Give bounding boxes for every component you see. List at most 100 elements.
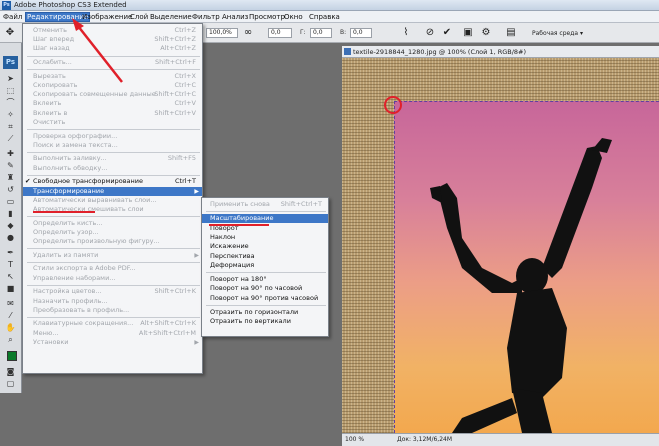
eyedropper-icon[interactable]: ⁄	[4, 311, 17, 320]
menu-9[interactable]: Справка	[309, 12, 340, 22]
edit-menu-item[interactable]: Клавиатурные сокращения... Alt+Shift+Ctrl…	[23, 319, 202, 328]
gradient-tool-icon[interactable]: ▮	[4, 209, 17, 218]
transform-submenu-item[interactable]: Отразить по горизонтали	[202, 308, 328, 317]
edit-menu-item[interactable]: Преобразовать в профиль...	[23, 306, 202, 315]
menu-2[interactable]: Изображение	[82, 12, 132, 22]
menu-8[interactable]: Окно	[284, 12, 303, 22]
edit-menu-item[interactable]: ✔ Свободное трансформирование Ctrl+T	[23, 177, 202, 186]
edit-menu-item[interactable]: Вырезать Ctrl+X	[23, 72, 202, 81]
edit-menu-item[interactable]: Настройка цветов... Shift+Ctrl+K	[23, 287, 202, 296]
crop-tool-icon[interactable]: ⌗	[4, 122, 17, 131]
bridge-icon[interactable]: ▣	[462, 27, 474, 39]
edit-menu-item[interactable]: Шаг вперед Shift+Ctrl+Z	[23, 35, 202, 44]
document-tab[interactable]: textile-2918844_1280.jpg @ 100% (Слой 1,…	[342, 46, 659, 58]
notes-tool-icon[interactable]: ✉	[4, 299, 17, 308]
menu-3[interactable]: Слой	[130, 12, 148, 22]
eraser-tool-icon[interactable]: ▭	[4, 197, 17, 206]
blur-tool-icon[interactable]: ◆	[4, 221, 17, 230]
transform-submenu-item[interactable]: Поворот на 90° против часовой	[202, 294, 328, 303]
transform-submenu-item[interactable]: Наклон	[202, 233, 328, 242]
transform-submenu-item[interactable]: Отразить по вертикали	[202, 317, 328, 326]
menu-bar: Файл Редактирование Изображение Слой Выделен…	[0, 11, 659, 23]
foreground-color-swatch[interactable]	[7, 351, 17, 361]
transform-submenu-item[interactable]: Применить снова Shift+Ctrl+T	[202, 200, 328, 209]
dodge-tool-icon[interactable]: ●	[4, 233, 17, 242]
status-zoom[interactable]: 100 %	[345, 434, 364, 446]
quick-mask-icon[interactable]: ◙	[4, 367, 17, 376]
transform-bounding-box[interactable]	[394, 101, 659, 433]
edit-menu-item[interactable]: Удалить из памяти ▶	[23, 251, 202, 260]
edit-menu-item[interactable]: Назначить профиль...	[23, 297, 202, 306]
screen-mode-icon[interactable]: ▢	[4, 379, 17, 388]
edit-menu-item[interactable]: Вклеить в Shift+Ctrl+V	[23, 109, 202, 118]
hand-tool-icon[interactable]: ✋	[4, 323, 17, 332]
workspace-button[interactable]: Рабочая среда ▾	[532, 28, 583, 39]
edit-menu-item[interactable]: Отменить Ctrl+Z	[23, 26, 202, 35]
edit-menu-item[interactable]: Установки ▶	[23, 338, 202, 347]
edit-menu-item[interactable]: Поиск и замена текста...	[23, 141, 202, 150]
menu-7[interactable]: Просмотр	[249, 12, 285, 22]
v-skew-field[interactable]: 0,0	[350, 28, 372, 38]
zoom-tool-icon[interactable]: ⌕	[4, 335, 17, 344]
transform-submenu-item[interactable]: Искажение	[202, 242, 328, 251]
warp-mode-icon[interactable]: ⌇	[400, 27, 412, 39]
palette-well-icon[interactable]: ▤	[505, 27, 517, 39]
edit-menu-item[interactable]: Выполнить обводку...	[23, 164, 202, 173]
canvas[interactable]	[342, 58, 659, 433]
edit-menu-item[interactable]: Автоматически выравнивать слои...	[23, 196, 202, 205]
pen-tool-icon[interactable]: ✒	[4, 248, 17, 257]
menu-5[interactable]: Фильтр	[192, 12, 220, 22]
menu-separator	[27, 284, 200, 286]
healing-brush-icon[interactable]: ✚	[4, 149, 17, 158]
h-skew-field[interactable]: 0,0	[310, 28, 332, 38]
angle-field[interactable]: 0,0	[268, 28, 292, 38]
slice-tool-icon[interactable]: ⟋	[4, 134, 17, 143]
edit-menu-item[interactable]: Скопировать совмещенные данные Shift+Ctrl…	[23, 90, 202, 99]
edit-menu-item[interactable]: Стили экспорта в Adobe PDF...	[23, 264, 202, 273]
image-processor-icon[interactable]: ⚙	[480, 27, 492, 39]
cancel-transform-icon[interactable]: ⊘	[424, 27, 436, 39]
menu-separator	[27, 316, 200, 318]
edit-menu-item[interactable]: Скопировать Ctrl+C	[23, 81, 202, 90]
transform-submenu-item[interactable]: Поворот на 90° по часовой	[202, 284, 328, 293]
transform-submenu-item[interactable]: Перспектива	[202, 252, 328, 261]
edit-menu-item[interactable]: Шаг назад Alt+Ctrl+Z	[23, 44, 202, 53]
edit-menu-item[interactable]: Определить произвольную фигуру...	[23, 237, 202, 246]
clone-stamp-icon[interactable]: ♜	[4, 173, 17, 182]
transform-submenu-item[interactable]: Деформация	[202, 261, 328, 270]
menu-separator	[27, 174, 200, 176]
path-selection-icon[interactable]: ↖	[4, 272, 17, 281]
type-tool-icon[interactable]: T	[4, 260, 17, 269]
history-brush-icon[interactable]: ↺	[4, 185, 17, 194]
lasso-tool-icon[interactable]: ⌒	[4, 98, 17, 107]
shape-tool-icon[interactable]: ■	[4, 284, 17, 293]
edit-menu-item[interactable]: Управление наборами...	[23, 274, 202, 283]
transform-submenu-item[interactable]: Масштабирование	[202, 214, 328, 224]
edit-menu-item[interactable]: Ослабить... Shift+Ctrl+F	[23, 58, 202, 67]
move-tool-icon[interactable]: ➤	[4, 74, 17, 83]
transform-submenu-item-label: Поворот на 90° против часовой	[210, 293, 319, 302]
brush-tool-icon[interactable]: ✎	[4, 161, 17, 170]
link-icon[interactable]: ∞	[242, 27, 254, 39]
menu-0[interactable]: Файл	[3, 12, 22, 22]
title-bar: Ps Adobe Photoshop CS3 Extended	[0, 0, 659, 11]
edit-menu-item[interactable]: Проверка орфографии...	[23, 132, 202, 141]
edit-menu-item[interactable]: Вклеить Ctrl+V	[23, 99, 202, 108]
transform-submenu-item[interactable]: Поворот на 180°	[202, 275, 328, 284]
menu-4[interactable]: Выделение	[150, 12, 192, 22]
zoom-field[interactable]: 100,0%	[206, 28, 238, 38]
edit-menu-item[interactable]: Выполнить заливку... Shift+F5	[23, 154, 202, 163]
edit-menu-item-shortcut: Shift+Ctrl+C	[154, 90, 196, 99]
edit-menu-item-label: Вклеить	[33, 99, 62, 108]
edit-menu-item[interactable]: Трансформирование ▶	[23, 186, 202, 196]
magic-wand-icon[interactable]: ✧	[4, 110, 17, 119]
edit-menu-item[interactable]: Определить узор...	[23, 228, 202, 237]
move-tool-preset-icon[interactable]: ✥	[4, 27, 16, 39]
commit-transform-icon[interactable]: ✔	[441, 27, 453, 39]
menu-1[interactable]: Редактирование	[25, 12, 91, 22]
edit-menu-item[interactable]: Очистить	[23, 118, 202, 127]
edit-menu-item[interactable]: Определить кисть...	[23, 219, 202, 228]
edit-menu-item[interactable]: Меню... Alt+Shift+Ctrl+M	[23, 329, 202, 338]
menu-6[interactable]: Анализ	[222, 12, 248, 22]
marquee-tool-icon[interactable]: ⬚	[4, 86, 17, 95]
